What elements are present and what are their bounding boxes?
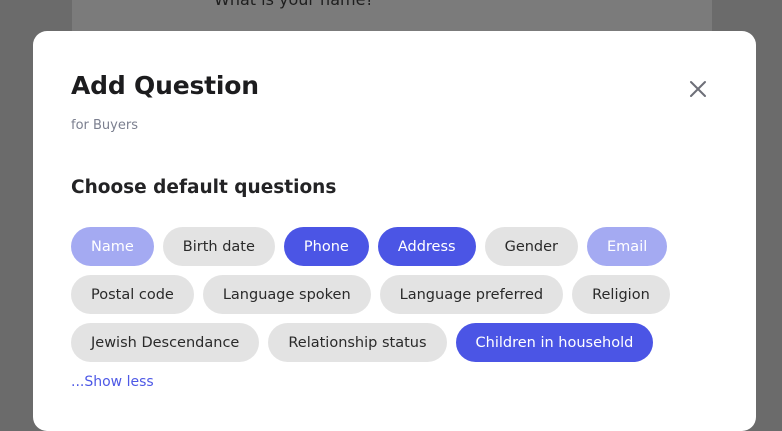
chip-email[interactable]: Email (587, 227, 668, 266)
close-icon (690, 81, 706, 97)
chip-children-in-household[interactable]: Children in household (455, 323, 654, 362)
background-question-text: What is your name? (214, 0, 374, 9)
add-question-modal: Add Question for Buyers Choose default q… (33, 31, 756, 431)
question-chip-list: Name Birth date Phone Address Gender Ema… (71, 227, 751, 362)
modal-title: Add Question (71, 71, 259, 100)
chip-address[interactable]: Address (377, 227, 476, 266)
chip-name[interactable]: Name (71, 227, 154, 266)
chip-relationship-status[interactable]: Relationship status (268, 323, 447, 362)
chip-jewish-descendance[interactable]: Jewish Descendance (71, 323, 260, 362)
chip-birth-date[interactable]: Birth date (162, 227, 275, 266)
chip-language-preferred[interactable]: Language preferred (379, 275, 564, 314)
chip-language-spoken[interactable]: Language spoken (202, 275, 371, 314)
show-less-link[interactable]: ...Show less (71, 374, 154, 390)
chip-religion[interactable]: Religion (572, 275, 670, 314)
chip-phone[interactable]: Phone (283, 227, 369, 266)
chip-postal-code[interactable]: Postal code (71, 275, 194, 314)
chip-gender[interactable]: Gender (484, 227, 579, 266)
section-title: Choose default questions (71, 177, 337, 198)
modal-subtitle: for Buyers (71, 118, 138, 133)
close-button[interactable] (685, 76, 711, 102)
